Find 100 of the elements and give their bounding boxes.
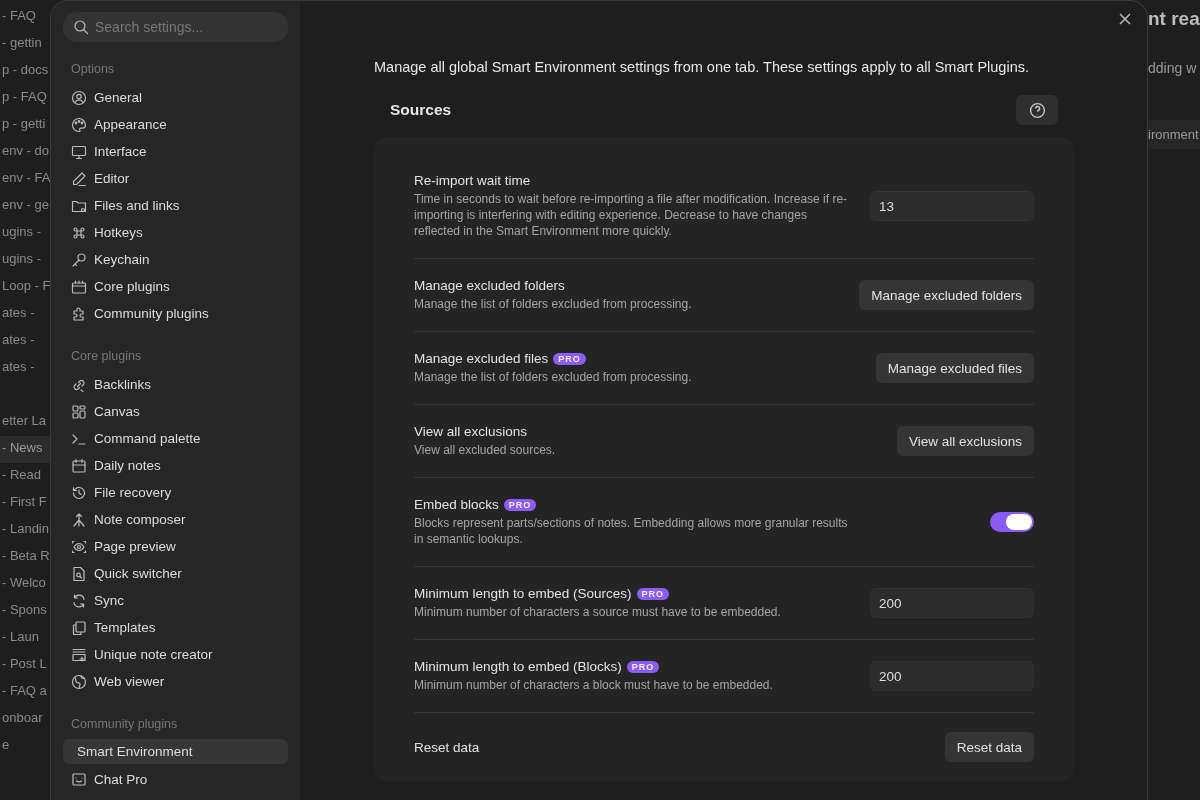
action-button[interactable]: Manage excluded folders: [859, 280, 1034, 310]
action-button[interactable]: Manage excluded files: [875, 353, 1034, 383]
sidebar-item[interactable]: Canvas: [63, 398, 288, 425]
sidebar-item[interactable]: Community plugins: [63, 300, 288, 327]
globe-icon: [71, 673, 87, 690]
note-item[interactable]: e: [0, 733, 50, 760]
sidebar-item[interactable]: Smart Environment: [63, 739, 288, 764]
setting-description: Manage the list of folders excluded from processing.: [414, 369, 693, 385]
sidebar-item[interactable]: Keychain: [63, 246, 288, 273]
sidebar-item[interactable]: Interface: [63, 138, 288, 165]
number-field[interactable]: 200: [870, 661, 1034, 691]
note-item[interactable]: - Read: [0, 463, 50, 490]
setting-description: Time in seconds to wait before re-importing a file after modification. Increase if re-importing is interfering with editing experience. Decrease to have changes reflected in the Smart Environment more quickly.: [414, 191, 849, 239]
plug-box-icon: [71, 278, 87, 295]
action-button[interactable]: View all exclusions: [896, 426, 1034, 456]
sidebar-item[interactable]: Daily notes: [63, 452, 288, 479]
sidebar-item[interactable]: Appearance: [63, 111, 288, 138]
setting-description: Minimum number of characters a block must have to be embedded.: [414, 677, 774, 693]
sidebar-item[interactable]: Quick switcher: [63, 560, 288, 587]
section-heading: Options: [70, 62, 116, 76]
setting-name: Reset data: [414, 739, 480, 755]
action-button[interactable]: Reset data: [944, 732, 1034, 762]
setting-name: Manage excluded folders: [414, 278, 565, 293]
help-icon: [1028, 101, 1046, 119]
note-item[interactable]: Loop - F: [0, 274, 50, 301]
chat-face-icon: [71, 771, 87, 788]
calendar-icon: [71, 457, 87, 474]
note-item[interactable]: p - docs: [0, 58, 50, 85]
section-title: Sources: [390, 101, 452, 119]
section-heading: Core plugins: [70, 349, 143, 363]
sidebar-item[interactable]: Web viewer: [63, 668, 288, 695]
sidebar-item[interactable]: Core plugins: [63, 273, 288, 300]
note-item[interactable]: etter La: [0, 409, 50, 436]
note-item[interactable]: - First F: [0, 490, 50, 517]
sidebar-item[interactable]: Hotkeys: [63, 219, 288, 246]
note-item[interactable]: onboar: [0, 706, 50, 733]
sidebar-item[interactable]: File recovery: [63, 479, 288, 506]
note-text: dding w: [1148, 60, 1198, 76]
note-item[interactable]: - Beta R: [0, 544, 50, 571]
note-title: nt rea: [1148, 8, 1200, 30]
note-item[interactable]: p - getti: [0, 112, 50, 139]
sidebar-item[interactable]: Templates: [63, 614, 288, 641]
puzzle-icon: [71, 305, 87, 322]
history-icon: [71, 484, 87, 501]
note-item[interactable]: ugins -: [0, 220, 50, 247]
setting-description: Minimum number of characters a source must have to be embedded.: [414, 604, 782, 620]
note-item[interactable]: - News: [0, 436, 50, 463]
note-item[interactable]: - Spons: [0, 598, 50, 625]
stack-plus-icon: [71, 646, 87, 663]
note-item[interactable]: p - FAQ: [0, 85, 50, 112]
number-field[interactable]: 200: [870, 588, 1034, 618]
note-item[interactable]: ates -: [0, 355, 50, 382]
note-item[interactable]: env - do: [0, 139, 50, 166]
note-item[interactable]: - FAQ: [0, 4, 50, 31]
note-item[interactable]: - Landin: [0, 517, 50, 544]
setting-name: Embed blocks: [414, 497, 499, 512]
sidebar-item[interactable]: Editor: [63, 165, 288, 192]
monitor-icon: [71, 143, 87, 160]
sidebar-item[interactable]: Note composer: [63, 506, 288, 533]
sidebar-item[interactable]: Backlinks: [63, 371, 288, 398]
note-item[interactable]: env - FA: [0, 166, 50, 193]
setting-description: View all excluded sources.: [414, 442, 557, 458]
setting-name: Manage excluded files: [414, 351, 549, 366]
sidebar-item[interactable]: Page preview: [63, 533, 288, 560]
sidebar-item[interactable]: Files and links: [63, 192, 288, 219]
pro-badge: PRO: [626, 660, 660, 673]
setting-name: Minimum length to embed (Blocks): [414, 659, 622, 674]
merge-icon: [71, 511, 87, 528]
note-item[interactable]: - Laun: [0, 625, 50, 652]
close-icon[interactable]: [1117, 11, 1133, 27]
setting-description: Manage the list of folders excluded from processing.: [414, 296, 693, 312]
number-field[interactable]: 13: [870, 191, 1034, 221]
pro-badge: PRO: [503, 498, 537, 511]
note-item[interactable]: ates -: [0, 301, 50, 328]
sidebar-item[interactable]: Command palette: [63, 425, 288, 452]
note-item[interactable]: env - ge: [0, 193, 50, 220]
setting-name: Re-import wait time: [414, 173, 531, 188]
sidebar-item[interactable]: Sync: [63, 587, 288, 614]
user-circle-icon: [71, 89, 87, 106]
setting-description: Blocks represent parts/sections of notes. Embedding allows more granular results in semantic lookups.: [414, 515, 849, 547]
setting-name: Minimum length to embed (Sources): [414, 586, 632, 601]
note-item[interactable]: ugins -: [0, 247, 50, 274]
file-search-icon: [71, 565, 87, 582]
eye-icon: [71, 538, 87, 555]
sidebar-item[interactable]: General: [63, 84, 288, 111]
sync-icon: [71, 592, 87, 609]
sidebar-item[interactable]: Unique note creator: [63, 641, 288, 668]
note-item[interactable]: - Welco: [0, 571, 50, 598]
help-button[interactable]: [1016, 95, 1058, 125]
note-item[interactable]: - gettin: [0, 31, 50, 58]
search-field[interactable]: Search settings...: [63, 12, 288, 42]
note-item[interactable]: ates -: [0, 328, 50, 355]
note-field: ironment: [1148, 120, 1200, 149]
grid-icon: [71, 403, 87, 420]
toggle-switch[interactable]: [990, 512, 1034, 532]
note-item[interactable]: - Post L: [0, 652, 50, 679]
pro-badge: PRO: [636, 587, 670, 600]
command-icon: [71, 224, 87, 241]
note-item[interactable]: - FAQ a: [0, 679, 50, 706]
sidebar-item[interactable]: Chat Pro: [63, 766, 288, 793]
